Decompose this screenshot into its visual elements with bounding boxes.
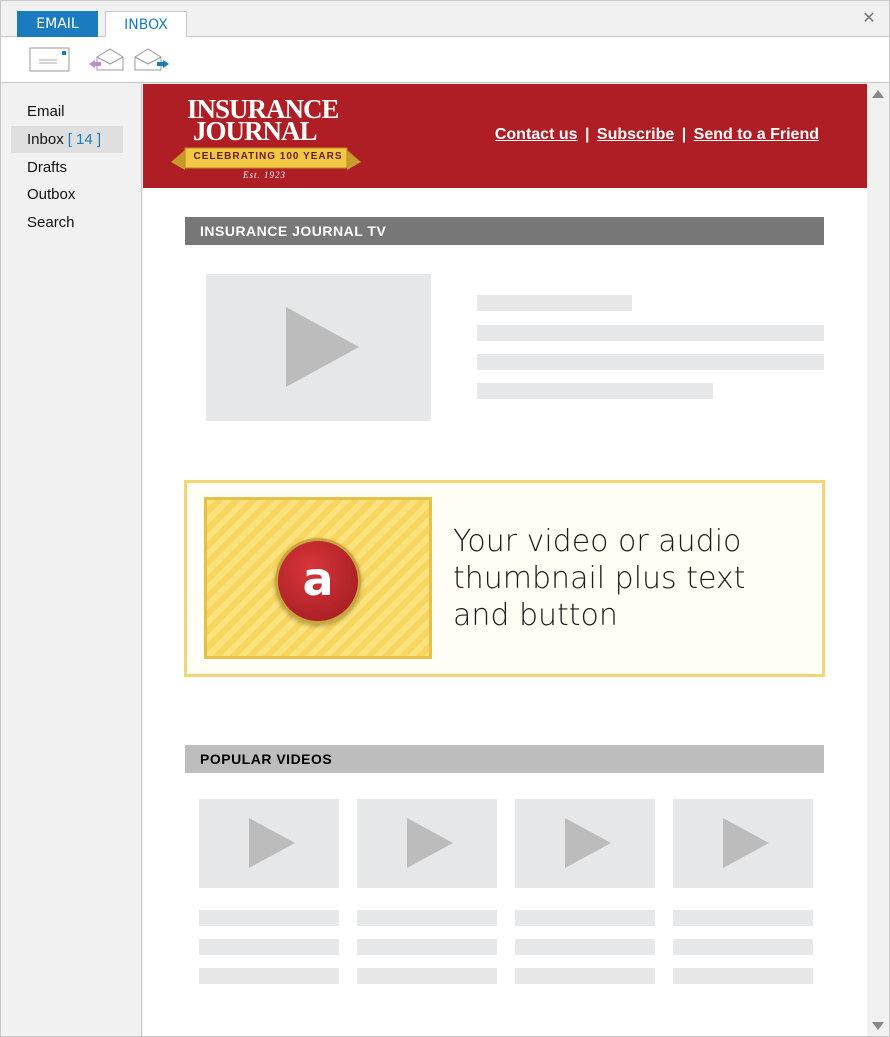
text-placeholder [673,968,813,984]
play-icon [407,818,453,868]
link-separator: | [584,126,590,143]
text-placeholder [199,968,339,984]
sidebar-item-label: Drafts [27,159,68,176]
email-content: INSURANCE JOURNAL CELEBRATING 100 YEARS … [143,84,867,1036]
text-placeholder [199,910,339,926]
sidebar: Email Inbox[ 14 ] Drafts Outbox Search [1,84,142,1036]
play-icon [723,818,769,868]
text-placeholder [477,295,632,311]
sidebar-item-label: Email [27,103,65,120]
email-client-window: EMAIL INBOX ✕ Email Inbox[ 14 ] Drafts O… [0,0,890,1037]
popular-video-thumbnail[interactable] [199,799,339,888]
subscribe-link[interactable]: Subscribe [597,126,674,143]
text-placeholder [515,968,655,984]
sidebar-item-label: Outbox [27,186,76,203]
sidebar-item-outbox[interactable]: Outbox [11,181,123,208]
sidebar-item-label: Search [27,214,75,231]
section-header-popular: POPULAR VIDEOS [185,745,824,773]
inbox-count-badge: [ 14 ] [67,131,102,148]
contact-us-link[interactable]: Contact us [495,126,578,143]
reply-icon[interactable] [87,47,127,73]
header-links: Contact us | Subscribe | Send to a Frien… [495,126,819,144]
text-placeholder [515,939,655,955]
popular-video-thumbnail[interactable] [357,799,497,888]
popular-video-thumbnail[interactable] [515,799,655,888]
sidebar-item-drafts[interactable]: Drafts [11,154,123,181]
text-placeholder [673,910,813,926]
tab-inbox[interactable]: INBOX [105,11,187,38]
vertical-scrollbar[interactable] [867,84,889,1036]
a-logo-icon: a [275,538,361,624]
send-to-friend-link[interactable]: Send to a Friend [694,126,819,143]
text-placeholder [515,910,655,926]
insurance-journal-logo[interactable]: INSURANCE JOURNAL CELEBRATING 100 YEARS … [171,96,363,182]
promo-thumbnail[interactable]: a [204,497,432,659]
text-placeholder [357,910,497,926]
logo-letter: a [302,552,334,606]
sidebar-item-inbox[interactable]: Inbox[ 14 ] [11,126,123,153]
play-icon [249,818,295,868]
logo-est-text: Est. 1923 [243,170,287,180]
logo-text-line2: JOURNAL [193,116,318,146]
toolbar [1,37,889,83]
sidebar-item-label: Inbox [27,131,64,148]
close-icon[interactable]: ✕ [861,9,877,27]
play-icon [286,307,359,387]
logo-ribbon-text: CELEBRATING 100 YEARS [193,151,343,162]
scroll-up-arrow-icon[interactable] [872,90,884,98]
play-icon [565,818,611,868]
featured-video-thumbnail[interactable] [206,274,431,421]
scroll-down-arrow-icon[interactable] [872,1022,884,1030]
sidebar-item-search[interactable]: Search [11,209,123,236]
newsletter-header: INSURANCE JOURNAL CELEBRATING 100 YEARS … [143,84,867,188]
text-placeholder [477,383,713,399]
link-separator: | [681,126,687,143]
popular-video-thumbnail[interactable] [673,799,813,888]
text-placeholder [357,939,497,955]
envelope-icon[interactable] [29,47,71,73]
text-placeholder [673,939,813,955]
tab-email[interactable]: EMAIL [17,11,98,37]
section-header-tv: INSURANCE JOURNAL TV [185,217,824,245]
text-placeholder [357,968,497,984]
promo-banner[interactable]: a Your video or audio thumbnail plus tex… [184,480,825,677]
sidebar-item-email[interactable]: Email [11,98,123,125]
tab-bar: EMAIL INBOX ✕ [1,1,889,38]
text-placeholder [477,325,824,341]
forward-icon[interactable] [132,47,172,73]
promo-text: Your video or audio thumbnail plus text … [453,524,746,633]
text-placeholder [199,939,339,955]
text-placeholder [477,354,824,370]
